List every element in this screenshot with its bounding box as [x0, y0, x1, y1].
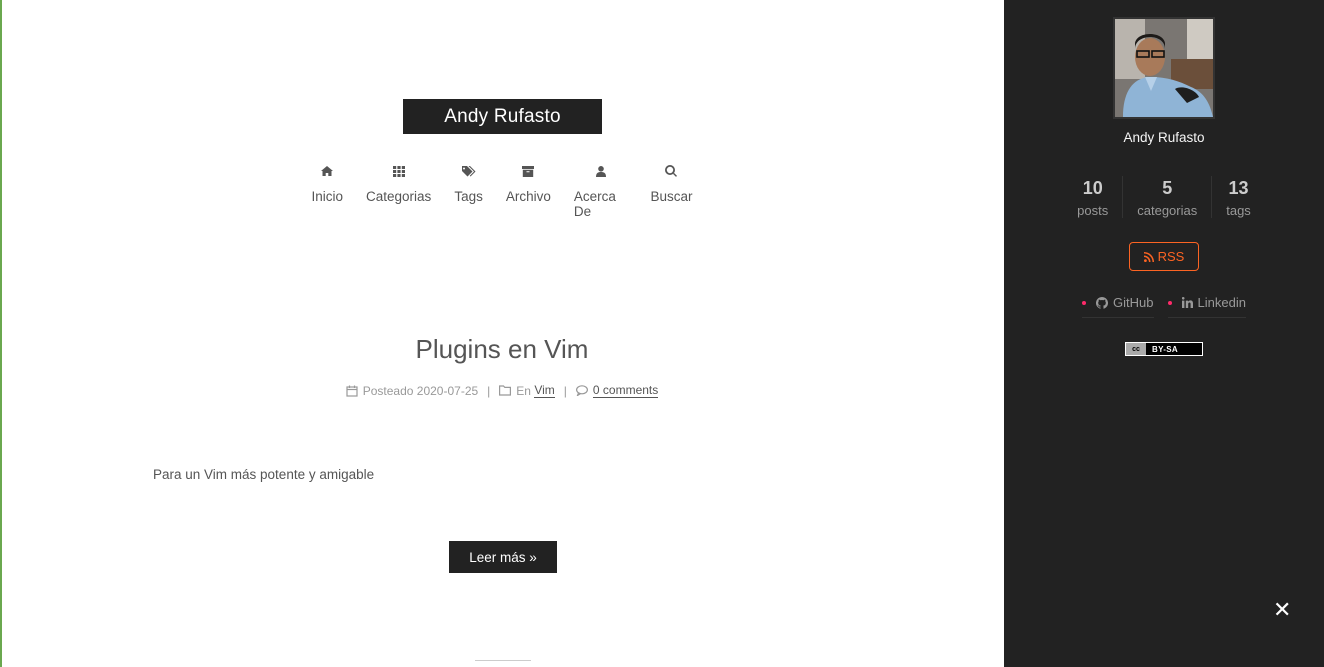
- stat-posts[interactable]: 10 posts: [1063, 176, 1122, 218]
- github-label: GitHub: [1113, 295, 1154, 310]
- post-meta: Posteado 2020-07-25 | En Vim | 0 comment…: [0, 383, 1004, 398]
- site-title-text: Andy Rufasto: [444, 105, 561, 127]
- stat-label: tags: [1226, 203, 1251, 218]
- home-icon: [321, 162, 334, 180]
- post-category-link[interactable]: Vim: [534, 383, 555, 398]
- cc-license-label: BY-SA: [1152, 344, 1178, 354]
- linkedin-icon: [1181, 297, 1193, 308]
- link-dot: [1167, 300, 1172, 305]
- rss-label: RSS: [1157, 249, 1185, 264]
- menu-item-label: Acerca De: [573, 189, 616, 219]
- menu-item-label: Tags: [454, 189, 483, 204]
- link-dot: [1082, 300, 1087, 305]
- post-divider: [475, 660, 531, 661]
- site-title[interactable]: Andy Rufasto: [403, 99, 602, 134]
- main-content: Andy Rufasto Inicio Categorias Tags Arch…: [0, 0, 1004, 667]
- linkedin-link[interactable]: Linkedin: [1167, 295, 1246, 318]
- menu-item-label: Archivo: [505, 189, 551, 204]
- menu-item-label: Inicio: [311, 189, 344, 204]
- search-icon: [665, 162, 678, 180]
- tags-icon: [461, 162, 476, 180]
- sidebar-stats: 10 posts 5 categorias 13 tags: [1004, 176, 1324, 218]
- post-comments-link[interactable]: 0 comments: [592, 383, 659, 398]
- post-excerpt: Para un Vim más potente y amigable: [153, 467, 375, 482]
- cc-license-badge[interactable]: cc BY-SA: [1125, 342, 1203, 356]
- comment-icon: [575, 385, 588, 396]
- close-icon: ✕: [1273, 597, 1292, 622]
- user-icon: [595, 162, 606, 180]
- meta-separator: |: [563, 383, 567, 398]
- menu-item-inicio[interactable]: Inicio: [311, 162, 344, 219]
- menu-item-tags[interactable]: Tags: [454, 162, 483, 219]
- linkedin-label: Linkedin: [1197, 295, 1246, 310]
- stat-count: 10: [1082, 178, 1103, 198]
- avatar: [1113, 17, 1215, 119]
- stat-tags[interactable]: 13 tags: [1211, 176, 1265, 218]
- cc-icon: cc: [1126, 343, 1146, 355]
- menu-item-acerca-de[interactable]: Acerca De: [574, 162, 628, 219]
- menu-item-label: Categorias: [366, 189, 432, 204]
- read-more-label: Leer más »: [469, 549, 537, 565]
- archive-icon: [522, 162, 535, 180]
- rss-icon: [1143, 251, 1154, 262]
- stat-categorias[interactable]: 5 categorias: [1122, 176, 1211, 218]
- github-link[interactable]: GitHub: [1082, 295, 1154, 318]
- stat-label: posts: [1077, 203, 1109, 218]
- post-title[interactable]: Plugins en Vim: [0, 334, 1004, 365]
- stat-label: categorias: [1137, 203, 1198, 218]
- sidebar-social-links: GitHub Linkedin: [1004, 295, 1324, 318]
- calendar-icon: [346, 385, 358, 397]
- menu-item-label: Buscar: [650, 189, 693, 204]
- main-menu: Inicio Categorias Tags Archivo Acerca De: [300, 162, 704, 219]
- github-icon: [1096, 296, 1109, 309]
- menu-item-categorias[interactable]: Categorias: [366, 162, 431, 219]
- th-icon: [392, 162, 405, 180]
- stat-count: 5: [1162, 178, 1173, 198]
- menu-item-archivo[interactable]: Archivo: [506, 162, 551, 219]
- read-more-button[interactable]: Leer más »: [449, 541, 557, 573]
- menu-item-buscar[interactable]: Buscar: [650, 162, 693, 219]
- stat-count: 13: [1228, 178, 1249, 198]
- close-sidebar-button[interactable]: ✕: [1273, 599, 1291, 621]
- rss-button[interactable]: RSS: [1129, 242, 1199, 271]
- post-date: 2020-07-25: [416, 383, 479, 398]
- posted-label: Posteado: [362, 383, 414, 398]
- meta-separator: |: [487, 383, 491, 398]
- folder-icon: [499, 385, 512, 396]
- in-label: En: [516, 383, 531, 398]
- sidebar-author-name: Andy Rufasto: [1123, 130, 1205, 145]
